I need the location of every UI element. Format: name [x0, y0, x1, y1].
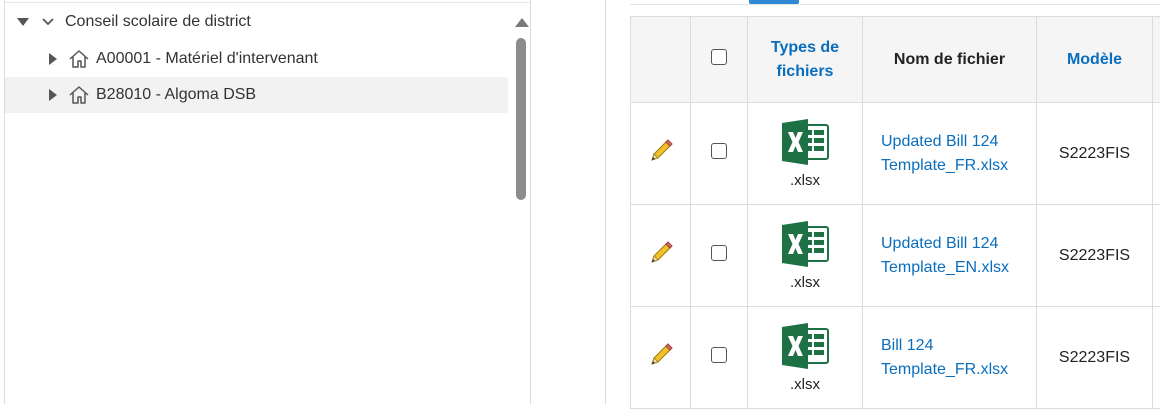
expand-toggle[interactable]	[49, 89, 57, 101]
tree-item-a00001[interactable]: A00001 - Matériel d'intervenant	[5, 41, 508, 77]
tree-root-row[interactable]: Conseil scolaire de district	[5, 4, 508, 40]
scroll-thumb[interactable]	[516, 38, 526, 200]
file-type-cell: .xlsx	[748, 103, 863, 205]
select-cell	[691, 205, 748, 307]
row-checkbox[interactable]	[711, 143, 727, 159]
tree-item-b28010[interactable]: B28010 - Algoma DSB	[5, 77, 508, 113]
file-name-link[interactable]: Bill 124 Template_FR.xlsx	[863, 334, 1036, 382]
row-checkbox[interactable]	[711, 245, 727, 261]
model-value: S2223FIS	[1059, 145, 1130, 162]
select-cell	[691, 103, 748, 205]
expand-toggle[interactable]	[49, 53, 57, 65]
model-value: S2223FIS	[1059, 349, 1130, 366]
chevron-down-icon	[41, 15, 55, 29]
tree-item-label: A00001 - Matériel d'intervenant	[96, 50, 318, 68]
file-name-cell: Updated Bill 124 Template_FR.xlsx	[863, 103, 1037, 205]
table-row: .xlsx Updated Bill 124 Template_EN.xlsx …	[631, 205, 1160, 307]
panel-divider	[605, 0, 606, 404]
row-checkbox[interactable]	[711, 347, 727, 363]
model-value: S2223FIS	[1059, 247, 1130, 264]
excel-icon	[780, 221, 830, 272]
file-name-cell: Updated Bill 124 Template_EN.xlsx	[863, 205, 1037, 307]
home-icon	[67, 84, 91, 106]
pencil-icon[interactable]	[648, 151, 674, 168]
scroll-up-arrow[interactable]	[515, 18, 529, 27]
extra-column-header	[1153, 17, 1160, 103]
edit-cell	[631, 205, 691, 307]
model-header[interactable]: Modèle	[1037, 17, 1153, 103]
pencil-icon[interactable]	[648, 355, 674, 372]
model-cell: S2223FIS	[1037, 307, 1153, 409]
active-tab-indicator[interactable]	[749, 0, 799, 4]
tree-item-label: B28010 - Algoma DSB	[96, 86, 256, 104]
extra-cell	[1153, 205, 1160, 307]
extra-cell	[1153, 103, 1160, 205]
file-type-cell: .xlsx	[748, 205, 863, 307]
extra-cell	[1153, 307, 1160, 409]
model-cell: S2223FIS	[1037, 205, 1153, 307]
files-table: Types de fichiers Nom de fichier Modèle	[630, 16, 1160, 409]
tree-root-label: Conseil scolaire de district	[65, 13, 251, 31]
file-extension: .xlsx	[790, 274, 820, 291]
edit-column-header	[631, 17, 691, 103]
file-name-header-label: Nom de fichier	[894, 51, 1005, 68]
tree-scrollbar[interactable]	[513, 10, 529, 404]
home-icon	[67, 48, 91, 70]
excel-icon	[780, 323, 830, 374]
excel-icon	[780, 119, 830, 170]
file-type-cell: .xlsx	[748, 307, 863, 409]
table-row: .xlsx Updated Bill 124 Template_FR.xlsx …	[631, 103, 1160, 205]
edit-cell	[631, 307, 691, 409]
select-all-cell	[691, 17, 748, 103]
file-name-link[interactable]: Updated Bill 124 Template_FR.xlsx	[863, 130, 1036, 178]
file-name-link[interactable]: Updated Bill 124 Template_EN.xlsx	[863, 232, 1036, 280]
tree-panel: Conseil scolaire de district A00001 - Ma…	[4, 0, 531, 404]
model-cell: S2223FIS	[1037, 103, 1153, 205]
file-name-header: Nom de fichier	[863, 17, 1037, 103]
expand-toggle[interactable]	[17, 18, 29, 26]
file-types-header[interactable]: Types de fichiers	[748, 17, 863, 103]
model-header-label: Modèle	[1067, 51, 1122, 68]
pencil-icon[interactable]	[648, 253, 674, 270]
tab-strip-line	[630, 4, 1160, 5]
file-types-header-label: Types de fichiers	[748, 36, 862, 84]
edit-cell	[631, 103, 691, 205]
file-extension: .xlsx	[790, 172, 820, 189]
table-header-row: Types de fichiers Nom de fichier Modèle	[631, 17, 1160, 103]
select-cell	[691, 307, 748, 409]
table-row: .xlsx Bill 124 Template_FR.xlsx S2223FIS	[631, 307, 1160, 409]
file-name-cell: Bill 124 Template_FR.xlsx	[863, 307, 1037, 409]
select-all-checkbox[interactable]	[711, 49, 727, 65]
file-extension: .xlsx	[790, 376, 820, 393]
